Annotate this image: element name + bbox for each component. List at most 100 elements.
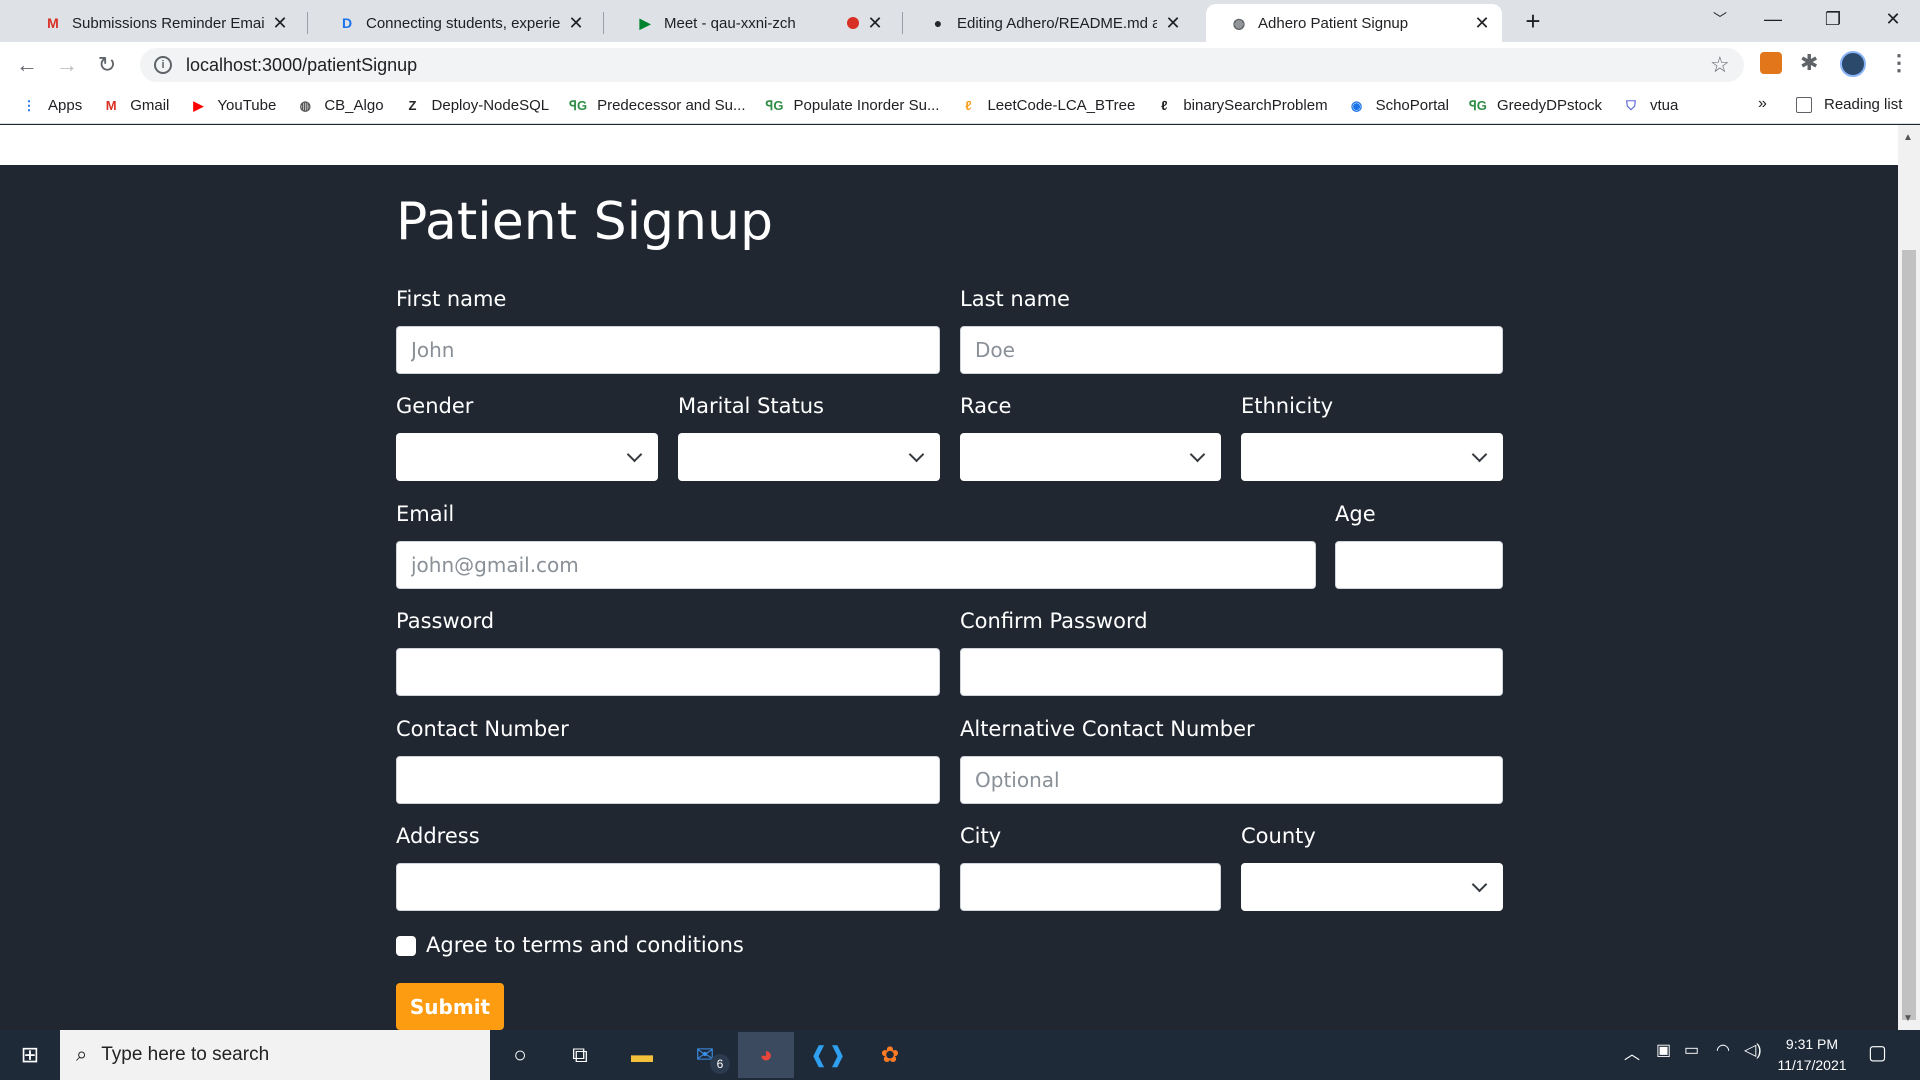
close-tab-icon[interactable]: ✕	[1163, 13, 1183, 34]
chrome-icon[interactable]: ◕	[738, 1032, 794, 1078]
bookmark-3[interactable]: ▶ YouTube	[189, 97, 276, 115]
bookmark-label: Populate Inorder Su...	[793, 97, 940, 114]
tab-4[interactable]: ● Editing Adhero/README.md at m ✕	[905, 4, 1193, 42]
close-tab-icon[interactable]: ✕	[566, 13, 586, 34]
close-tab-icon[interactable]: ✕	[270, 13, 290, 34]
metamask-icon[interactable]	[1760, 52, 1782, 74]
bookmark-star-icon[interactable]: ☆	[1710, 52, 1730, 78]
tab-separator	[307, 12, 308, 34]
new-tab-button[interactable]: +	[1518, 6, 1548, 36]
terms-checkbox[interactable]	[396, 936, 416, 956]
bookmark-11[interactable]: ꟼG GreedyDPstock	[1469, 97, 1602, 115]
password-label: Password	[396, 609, 495, 633]
bookmark-12[interactable]: ⛉ vtua	[1622, 97, 1678, 115]
last-name-label: Last name	[960, 287, 1070, 311]
contact-number-input[interactable]	[396, 756, 940, 804]
ethnicity-select[interactable]	[1241, 433, 1503, 481]
reading-list-label: Reading list	[1824, 96, 1903, 113]
bookmark-label: Predecessor and Su...	[597, 97, 746, 114]
reading-list-button[interactable]: Reading list	[1796, 96, 1902, 113]
terms-label[interactable]: Agree to terms and conditions	[426, 933, 744, 957]
reading-list-icon	[1796, 96, 1812, 113]
task-view-icon[interactable]: ⧉	[552, 1032, 608, 1078]
leetcode-icon: ℓ	[965, 98, 972, 113]
address-bar[interactable]: i localhost:3000/patientSignup	[140, 48, 1744, 82]
bookmark-label: Gmail	[130, 97, 170, 114]
battery-icon[interactable]: ▭	[1684, 1040, 1699, 1060]
github-icon: ●	[933, 15, 943, 31]
last-name-input[interactable]	[960, 326, 1503, 374]
bookmark-4[interactable]: ◍ CB_Algo	[296, 97, 384, 115]
alt-contact-number-label: Alternative Contact Number	[960, 717, 1255, 741]
tab-title: Connecting students, experience	[366, 14, 560, 32]
tray-chevron-icon[interactable]: ︿	[1624, 1040, 1640, 1064]
tab-1[interactable]: M Submissions Reminder Email Dra ✕	[20, 4, 300, 42]
address-input[interactable]	[396, 863, 940, 911]
taskbar-search[interactable]: ⌕ Type here to search	[60, 1030, 490, 1080]
chevron-down-icon	[908, 446, 925, 462]
windows-start-icon[interactable]: ⊞	[2, 1032, 58, 1078]
volume-icon[interactable]: ◁)	[1744, 1040, 1762, 1060]
county-select[interactable]	[1241, 863, 1503, 911]
tab-separator	[902, 12, 903, 34]
tab-5[interactable]: ◍ Adhero Patient Signup ✕	[1206, 4, 1502, 42]
race-select[interactable]	[960, 433, 1221, 481]
xampp-icon[interactable]: ✿	[862, 1032, 918, 1078]
avatar[interactable]	[1840, 51, 1866, 77]
clock[interactable]: 9:31 PM 11/17/2021	[1776, 1034, 1848, 1076]
tab-3[interactable]: ▶ Meet - qau-xxni-zch ✕	[612, 4, 895, 42]
meet-now-icon[interactable]: ▣	[1656, 1040, 1671, 1060]
bookmark-7[interactable]: ꟼG Populate Inorder Su...	[766, 97, 940, 115]
bookmark-label: Deploy-NodeSQL	[431, 97, 550, 114]
gfg-icon: ꟼG	[569, 97, 588, 113]
tab-search-icon[interactable]: ﹀	[1692, 0, 1748, 38]
bookmark-2[interactable]: M Gmail	[102, 97, 170, 115]
close-window-button[interactable]: ✕	[1865, 0, 1920, 38]
gender-select[interactable]	[396, 433, 658, 481]
close-tab-icon[interactable]: ✕	[1472, 13, 1492, 34]
file-explorer-icon[interactable]: ▬	[614, 1032, 670, 1078]
bookmark-1[interactable]: ⋮ Apps	[20, 97, 83, 115]
extensions-icon[interactable]: ✱	[1800, 50, 1818, 76]
url-text: localhost:3000/patientSignup	[186, 54, 418, 75]
close-tab-icon[interactable]: ✕	[865, 13, 885, 34]
city-input[interactable]	[960, 863, 1221, 911]
marital-status-select[interactable]	[678, 433, 940, 481]
info-icon[interactable]: i	[154, 56, 172, 74]
scroll-down-icon[interactable]: ▼	[1903, 1013, 1913, 1024]
confirm-password-label: Confirm Password	[960, 609, 1148, 633]
more-bookmarks-button[interactable]: »	[1758, 95, 1767, 113]
minimize-button[interactable]: —	[1745, 0, 1801, 38]
recording-icon	[847, 17, 859, 29]
bookmark-9[interactable]: ℓ binarySearchProblem	[1155, 97, 1327, 115]
bookmark-label: binarySearchProblem	[1183, 97, 1328, 114]
first-name-input[interactable]	[396, 326, 940, 374]
tab-2[interactable]: D Connecting students, experience ✕	[314, 4, 596, 42]
email-input[interactable]	[396, 541, 1316, 589]
bookmark-5[interactable]: Z Deploy-NodeSQL	[404, 97, 550, 115]
bookmark-8[interactable]: ℓ LeetCode-LCA_BTree	[959, 97, 1135, 115]
vscode-icon[interactable]: ❰❱	[800, 1032, 856, 1078]
scroll-up-icon[interactable]: ▲	[1903, 132, 1913, 143]
password-input[interactable]	[396, 648, 940, 696]
bookmark-label: SchoPortal	[1375, 97, 1449, 114]
wifi-icon[interactable]: ◠	[1716, 1040, 1730, 1060]
reload-icon[interactable]: ↻	[92, 50, 122, 80]
taskbar-search-placeholder: Type here to search	[101, 1044, 270, 1065]
gmail-icon: M	[47, 15, 59, 31]
tab-title: Submissions Reminder Email Dra	[72, 14, 264, 32]
alt-contact-number-input[interactable]	[960, 756, 1503, 804]
confirm-password-input[interactable]	[960, 648, 1503, 696]
maximize-button[interactable]: ❐	[1805, 0, 1861, 38]
forward-icon[interactable]: →	[52, 50, 82, 80]
scrollbar-thumb[interactable]	[1902, 250, 1916, 1020]
notifications-icon[interactable]: ▢	[1868, 1040, 1887, 1065]
submit-button[interactable]: Submit	[396, 983, 504, 1030]
cortana-icon[interactable]: ○	[492, 1032, 548, 1078]
age-input[interactable]	[1335, 541, 1503, 589]
bookmark-6[interactable]: ꟼG Predecessor and Su...	[569, 97, 745, 115]
menu-icon[interactable]: ⋮	[1888, 50, 1910, 76]
bookmark-10[interactable]: ◉ SchoPortal	[1348, 97, 1449, 115]
gfg-icon: ꟼG	[1468, 97, 1487, 113]
back-icon[interactable]: ←	[12, 50, 42, 80]
